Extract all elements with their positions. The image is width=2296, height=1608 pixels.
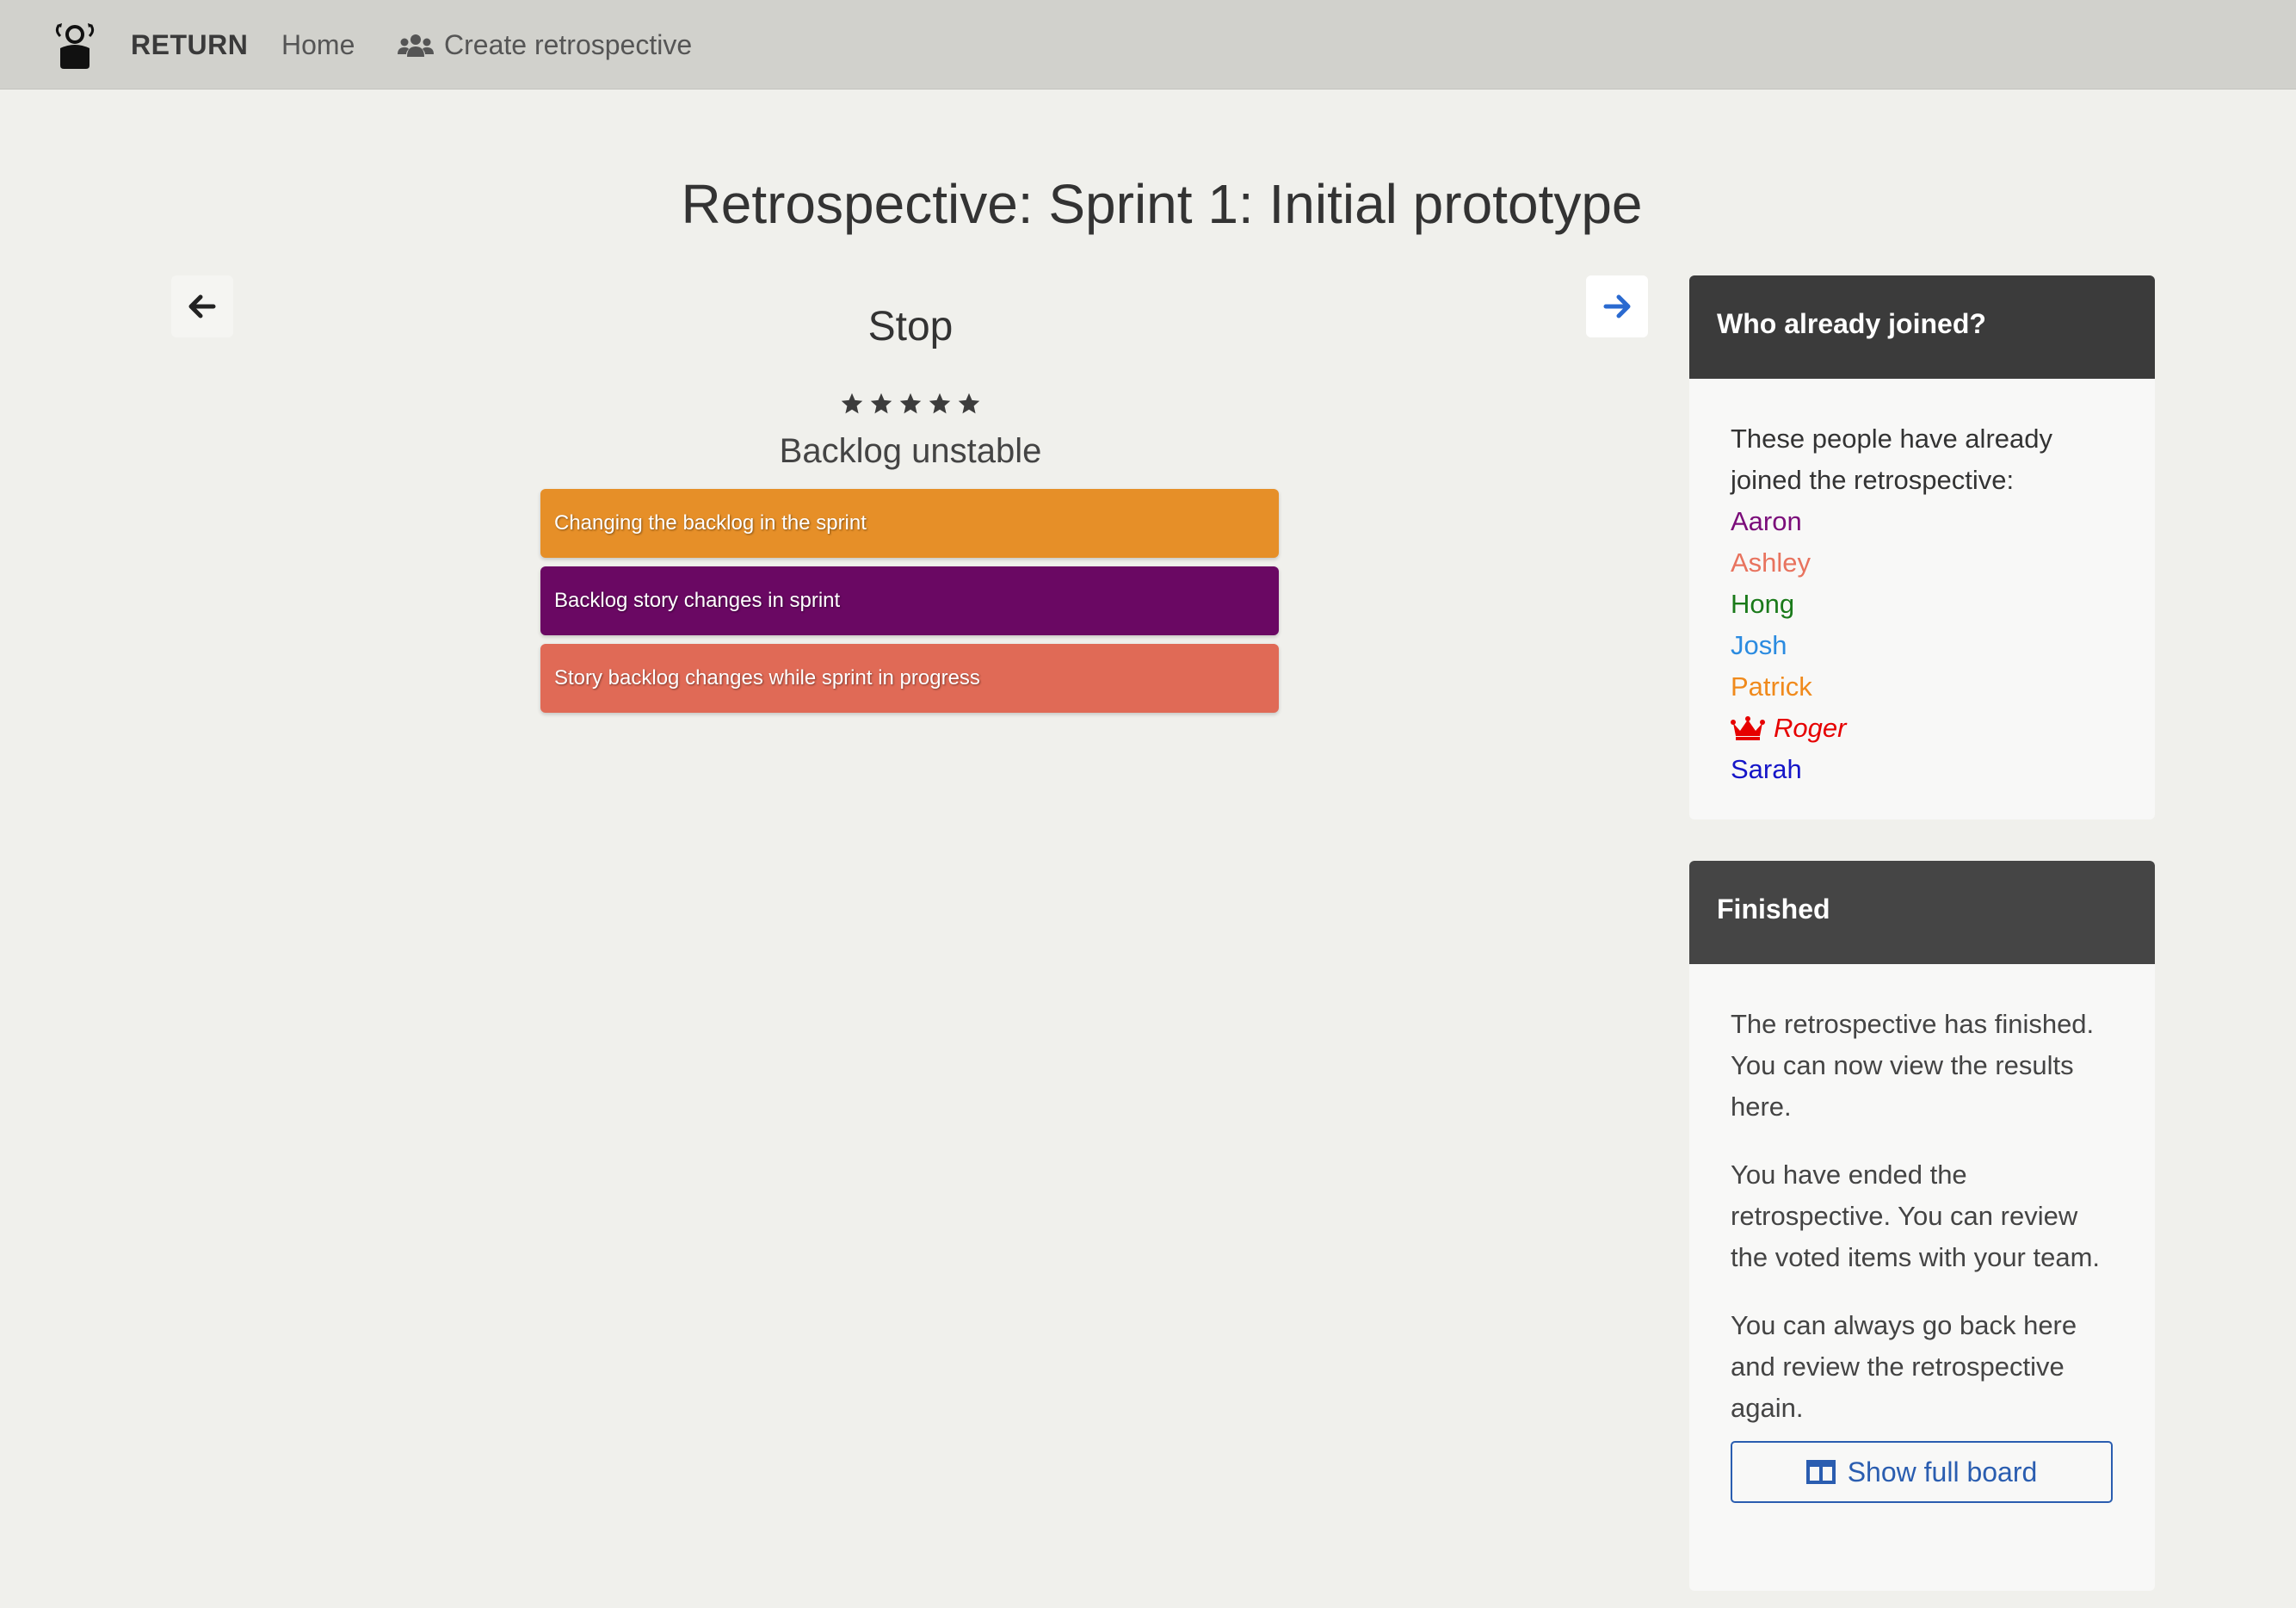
- previous-step-button[interactable]: [171, 275, 233, 337]
- finished-panel-title: Finished: [1689, 861, 2155, 964]
- brand-name[interactable]: RETURN: [131, 29, 248, 61]
- group-title: Backlog unstable: [779, 432, 1042, 470]
- return-logo-icon[interactable]: [50, 17, 100, 71]
- users-icon: [398, 34, 434, 57]
- finished-paragraph-3: You can always go back here and review t…: [1731, 1310, 2077, 1423]
- finished-paragraph-2: You have ended the retrospective. You ca…: [1731, 1160, 2101, 1272]
- joined-panel-intro: These people have already joined the ret…: [1731, 424, 2052, 495]
- card[interactable]: Backlog story changes in sprint: [540, 566, 1279, 635]
- show-full-board-label: Show full board: [1847, 1456, 2038, 1487]
- star-icon: [899, 393, 922, 414]
- show-full-board-button[interactable]: Show full board: [1731, 1441, 2113, 1503]
- next-step-button[interactable]: [1586, 275, 1648, 337]
- crown-icon: [1731, 716, 1765, 740]
- page-title: Retrospective: Sprint 1: Initial prototy…: [681, 173, 1643, 235]
- joined-panel: Who already joined? These people have al…: [1689, 275, 2155, 819]
- card[interactable]: Story backlog changes while sprint in pr…: [540, 644, 1279, 713]
- navbar: RETURN Home Create retrospective: [0, 0, 2296, 90]
- nav-create-label: Create retrospective: [444, 29, 693, 60]
- member-aaron: Aaron: [1731, 506, 1802, 536]
- member-roger-name: Roger: [1774, 713, 1847, 743]
- member-roger: Roger: [1731, 708, 2114, 749]
- finished-paragraph-1: The retrospective has finished. You can …: [1731, 1009, 2095, 1122]
- nav-create-retrospective-link[interactable]: Create retrospective: [398, 29, 692, 61]
- card[interactable]: Changing the backlog in the sprint: [540, 489, 1279, 558]
- member-patrick: Patrick: [1731, 671, 1812, 702]
- star-icon: [870, 393, 892, 414]
- member-josh: Josh: [1731, 630, 1787, 660]
- member-hong: Hong: [1731, 589, 1795, 619]
- columns-icon: [1805, 1460, 1836, 1484]
- arrow-left-icon: [188, 294, 216, 319]
- nav-home-link[interactable]: Home: [281, 29, 355, 61]
- star-icon: [958, 393, 980, 414]
- star-icon: [841, 393, 863, 414]
- member-sarah: Sarah: [1731, 754, 1802, 784]
- star-icon: [929, 393, 951, 414]
- joined-panel-title: Who already joined?: [1689, 275, 2155, 379]
- arrow-right-icon: [1603, 294, 1631, 319]
- member-ashley: Ashley: [1731, 547, 1811, 578]
- finished-panel: Finished The retrospective has finished.…: [1689, 861, 2155, 1591]
- rating-stars: [540, 392, 1281, 416]
- step-name: Stop: [867, 304, 954, 349]
